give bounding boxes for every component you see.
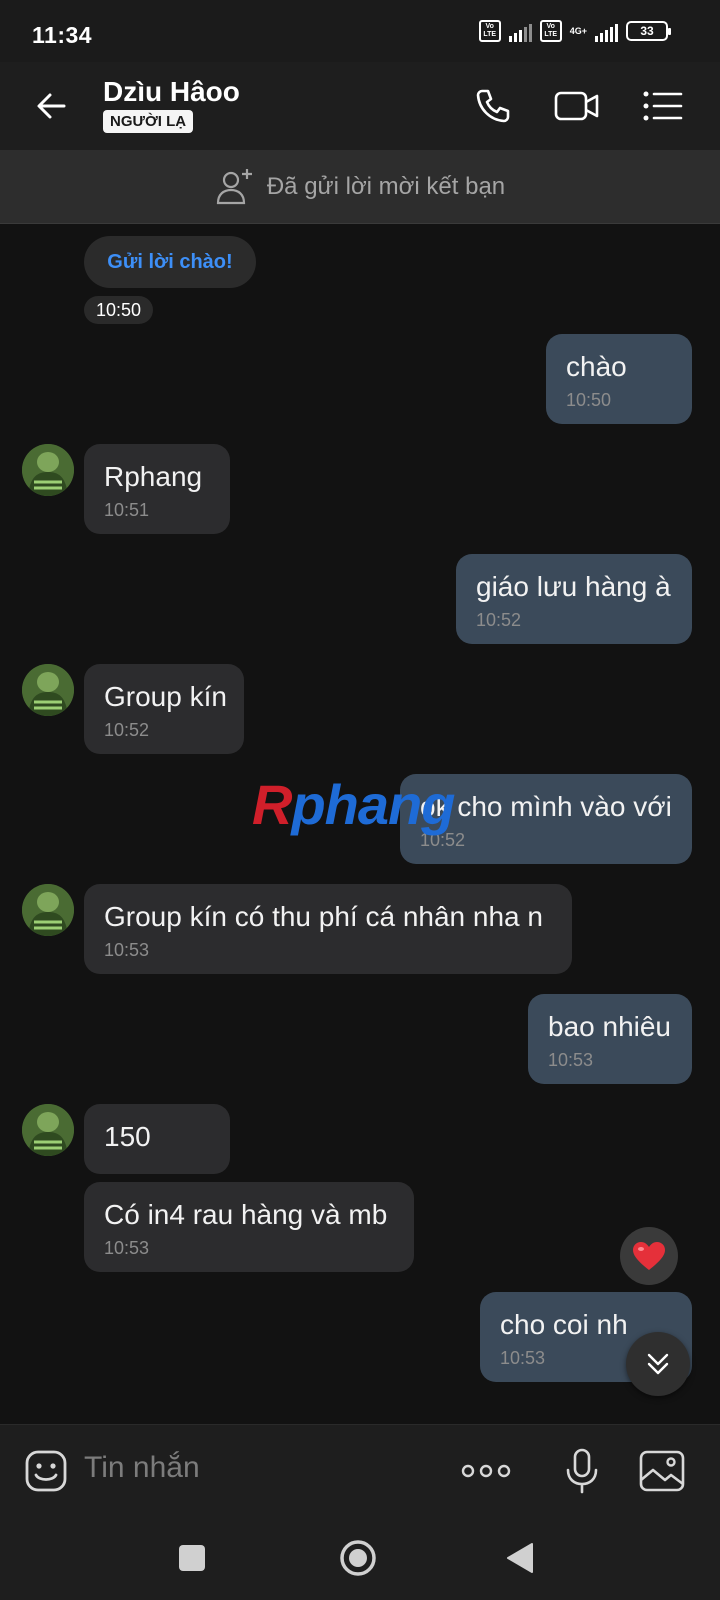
- system-nav-bar: [0, 1516, 720, 1600]
- scroll-to-bottom-button[interactable]: [626, 1332, 690, 1396]
- square-icon: [179, 1545, 205, 1571]
- message-time: 10:53: [548, 1050, 594, 1070]
- message-text: ok cho mình vào với: [420, 791, 672, 822]
- avatar-image-icon: [22, 664, 74, 716]
- message-text: chào: [566, 351, 627, 382]
- message-time: 10:53: [104, 940, 150, 960]
- message-time: 10:53: [104, 1238, 150, 1258]
- microphone-icon: [566, 1448, 598, 1494]
- emoji-button[interactable]: [20, 1445, 72, 1497]
- avatar-image-icon: [22, 884, 74, 936]
- message-bubble-outgoing[interactable]: giáo lưu hàng à 10:52: [456, 554, 692, 644]
- signal-icon: [595, 20, 618, 42]
- friend-request-text: Đã gửi lời mời kết bạn: [266, 172, 506, 200]
- message-bubble-incoming[interactable]: Có in4 rau hàng và mb 10:53: [84, 1182, 414, 1272]
- message-text: Có in4 rau hàng và mb: [104, 1199, 388, 1230]
- watermark-logo: Rphang: [252, 773, 455, 836]
- status-icons: Vo LTE Vo LTE 4G+ 33: [478, 20, 671, 42]
- greeting-time: 10:50: [84, 296, 154, 324]
- triangle-back-icon: [507, 1543, 533, 1573]
- message-bubble-incoming[interactable]: Group kín có thu phí cá nhân nha n 10:53: [84, 884, 572, 974]
- avatar[interactable]: [22, 884, 74, 936]
- status-time: 11:34: [32, 22, 93, 48]
- status-bar: 11:34 Vo LTE Vo LTE 4G+ 33: [0, 0, 720, 62]
- message-input-bar: Tin nhắn: [0, 1424, 720, 1516]
- back-nav-button[interactable]: [498, 1536, 542, 1580]
- message-text: giáo lưu hàng à: [476, 571, 671, 602]
- message-text: 150: [104, 1121, 151, 1152]
- reaction-button[interactable]: [620, 1227, 678, 1285]
- back-button[interactable]: [28, 82, 76, 130]
- message-text: Group kín: [104, 681, 227, 712]
- video-call-button[interactable]: [552, 82, 602, 130]
- phone-icon: [476, 89, 510, 123]
- message-time: 10:52: [476, 610, 522, 630]
- home-button[interactable]: [336, 1536, 380, 1580]
- recent-apps-button[interactable]: [170, 1536, 214, 1580]
- message-bubble-incoming[interactable]: Rphang 10:51: [84, 444, 230, 534]
- battery-level: 33: [640, 24, 654, 38]
- battery-icon: 33: [626, 21, 671, 41]
- image-picker-button[interactable]: [636, 1445, 688, 1497]
- message-text: Rphang: [104, 461, 203, 492]
- volte-icon: Vo LTE: [478, 20, 501, 42]
- heart-icon: [633, 1242, 665, 1270]
- double-chevron-down-icon: [647, 1353, 669, 1375]
- menu-button[interactable]: [638, 82, 688, 130]
- message-time: 10:52: [420, 830, 466, 850]
- message-time: 10:50: [566, 390, 612, 410]
- greeting-chip[interactable]: Gửi lời chào!: [84, 236, 256, 288]
- message-text: bao nhiêu: [548, 1011, 672, 1042]
- chat-area[interactable]: Gửi lời chào! 10:50 chào 10:50 Rphang 10…: [0, 224, 720, 1424]
- menu-list-icon: [643, 91, 683, 121]
- message-time: 10:51: [104, 500, 150, 520]
- contact-name[interactable]: Dzìu Hâoo: [103, 76, 240, 108]
- voice-record-button[interactable]: [556, 1445, 608, 1497]
- emoji-icon: [25, 1450, 67, 1492]
- chat-header: Dzìu Hâoo NGƯỜI LẠ: [0, 62, 720, 150]
- more-options-icon: [461, 1464, 511, 1478]
- more-options-button[interactable]: [458, 1445, 514, 1497]
- network-type: 4G+: [569, 25, 587, 36]
- avatar-image-icon: [22, 1104, 74, 1156]
- message-time: 10:52: [104, 720, 150, 740]
- avatar[interactable]: [22, 664, 74, 716]
- message-text: Group kín có thu phí cá nhân nha n: [104, 901, 543, 932]
- message-bubble-incoming[interactable]: Group kín 10:52: [84, 664, 244, 754]
- avatar[interactable]: [22, 444, 74, 496]
- circle-icon: [340, 1540, 376, 1576]
- avatar-image-icon: [22, 444, 74, 496]
- message-input[interactable]: Tin nhắn: [84, 1451, 200, 1485]
- message-bubble-outgoing[interactable]: chào 10:50: [546, 334, 692, 424]
- image-icon: [639, 1450, 685, 1492]
- avatar[interactable]: [22, 1104, 74, 1156]
- add-person-icon: [216, 168, 252, 204]
- volte-icon: Vo LTE: [539, 20, 562, 42]
- stranger-badge: NGƯỜI LẠ: [103, 110, 194, 133]
- message-bubble-incoming[interactable]: 150: [84, 1104, 230, 1174]
- message-bubble-outgoing[interactable]: bao nhiêu 10:53: [528, 994, 692, 1084]
- signal-icon: [508, 20, 532, 42]
- back-arrow-icon: [37, 93, 66, 119]
- call-button[interactable]: [468, 82, 518, 130]
- friend-request-banner: Đã gửi lời mời kết bạn: [0, 150, 720, 224]
- video-call-icon: [554, 91, 599, 121]
